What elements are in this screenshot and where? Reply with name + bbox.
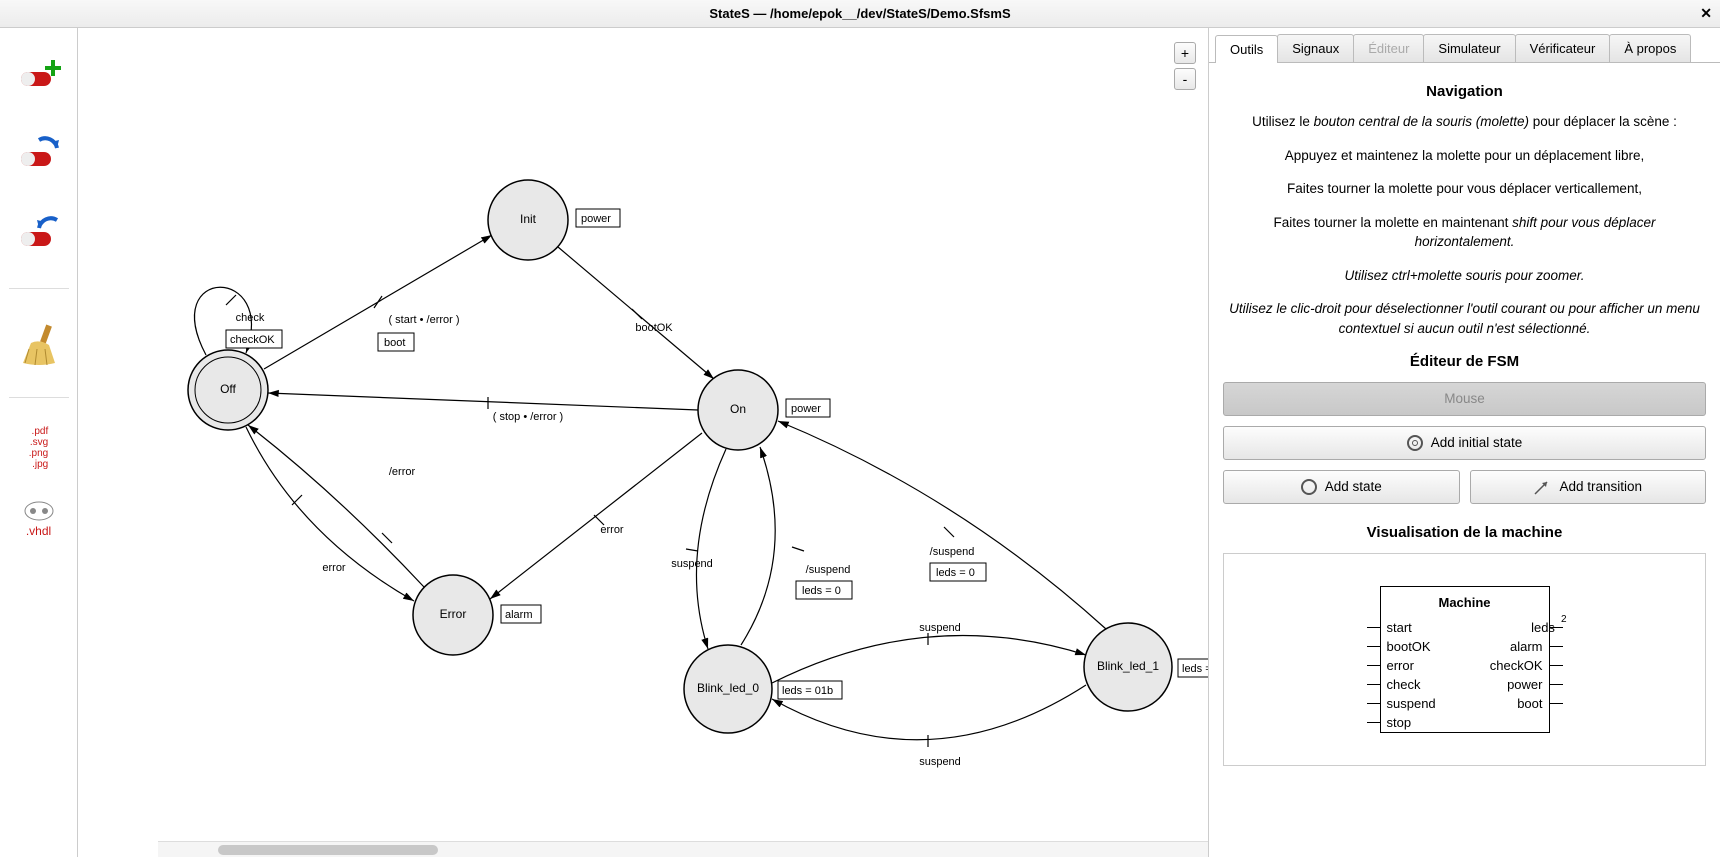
svg-text:leds = 0: leds = 0 bbox=[936, 567, 975, 579]
export-vhdl-button[interactable]: .vhdl bbox=[13, 498, 65, 538]
machine-box: Machine startleds2bootOKalarmerrorcheckO… bbox=[1380, 586, 1550, 733]
fsm-canvas[interactable]: check checkOK ( start • /error ) boot bo… bbox=[78, 28, 1208, 857]
viz-heading: Visualisation de la machine bbox=[1223, 524, 1706, 541]
separator bbox=[9, 288, 69, 289]
export-image-label: .pdf .svg .png .jpg bbox=[29, 426, 48, 470]
svg-text:suspend: suspend bbox=[919, 756, 961, 768]
svg-text:error: error bbox=[322, 562, 346, 574]
machine-title: Machine bbox=[1381, 587, 1549, 618]
svg-text:Init: Init bbox=[520, 212, 537, 226]
chip-icon bbox=[19, 498, 59, 524]
svg-text:Blink_led_1: Blink_led_1 bbox=[1097, 659, 1159, 673]
svg-text:power: power bbox=[791, 403, 821, 415]
left-toolbar: .pdf .svg .png .jpg .vhdl bbox=[0, 28, 78, 857]
help-text-1: Utilisez le bouton central de la souris … bbox=[1223, 112, 1706, 132]
close-icon[interactable]: ✕ bbox=[1700, 5, 1712, 22]
svg-text:error: error bbox=[600, 524, 624, 536]
help-text-5: Utilisez ctrl+molette souris pour zoomer… bbox=[1223, 266, 1706, 286]
right-panel: Outils Signaux Éditeur Simulateur Vérifi… bbox=[1208, 28, 1720, 857]
help-text-4: Faites tourner la molette en maintenant … bbox=[1223, 213, 1706, 252]
export-image-button[interactable]: .pdf .svg .png .jpg bbox=[13, 426, 65, 470]
open-file-button[interactable] bbox=[13, 128, 65, 180]
state-error[interactable]: Error alarm bbox=[413, 575, 541, 655]
state-on[interactable]: On power bbox=[698, 370, 830, 450]
export-vhdl-label: .vhdl bbox=[26, 524, 51, 538]
svg-text:leds = 10b: leds = 10b bbox=[1182, 663, 1208, 675]
svg-text:/error: /error bbox=[389, 466, 416, 478]
svg-text:boot: boot bbox=[384, 337, 405, 349]
add-transition-button[interactable]: Add transition bbox=[1470, 470, 1707, 504]
svg-text:suspend: suspend bbox=[671, 558, 713, 570]
svg-text:check: check bbox=[236, 312, 265, 324]
svg-text:( stop • /error ): ( stop • /error ) bbox=[493, 411, 563, 423]
svg-text:leds = 0: leds = 0 bbox=[802, 585, 841, 597]
svg-text:/suspend: /suspend bbox=[930, 546, 975, 558]
tab-editeur[interactable]: Éditeur bbox=[1353, 34, 1424, 62]
initial-state-icon bbox=[1407, 435, 1423, 451]
state-off[interactable]: Off bbox=[188, 350, 268, 430]
state-blink1[interactable]: Blink_led_1 leds = 10b bbox=[1084, 623, 1208, 711]
nav-heading: Navigation bbox=[1223, 83, 1706, 100]
zoom-out-button[interactable]: - bbox=[1174, 68, 1196, 90]
state-blink0[interactable]: Blink_led_0 leds = 01b bbox=[684, 645, 842, 733]
svg-text:power: power bbox=[581, 213, 611, 225]
svg-text:checkOK: checkOK bbox=[230, 334, 275, 346]
tab-signaux[interactable]: Signaux bbox=[1277, 34, 1354, 62]
svg-text:Off: Off bbox=[220, 382, 236, 396]
svg-text:leds = 01b: leds = 01b bbox=[782, 685, 833, 697]
svg-text:Blink_led_0: Blink_led_0 bbox=[697, 681, 759, 695]
clear-button[interactable] bbox=[13, 317, 65, 369]
separator bbox=[9, 397, 69, 398]
open-file-icon bbox=[15, 130, 63, 178]
new-file-button[interactable] bbox=[13, 48, 65, 100]
svg-text:( start • /error ): ( start • /error ) bbox=[388, 314, 459, 326]
svg-text:suspend: suspend bbox=[919, 622, 961, 634]
help-text-6: Utilisez le clic-droit pour déselectionn… bbox=[1223, 299, 1706, 338]
editor-heading: Éditeur de FSM bbox=[1223, 353, 1706, 370]
svg-text:Error: Error bbox=[440, 607, 467, 621]
mouse-tool-button[interactable]: Mouse bbox=[1223, 382, 1706, 416]
state-init[interactable]: Init power bbox=[488, 180, 620, 260]
tab-simulateur[interactable]: Simulateur bbox=[1423, 34, 1515, 62]
title-bar: StateS — /home/epok__/dev/StateS/Demo.Sf… bbox=[0, 0, 1720, 28]
add-initial-state-button[interactable]: Add initial state bbox=[1223, 426, 1706, 460]
horizontal-scrollbar[interactable] bbox=[158, 841, 1208, 857]
save-file-icon bbox=[15, 210, 63, 258]
add-state-button[interactable]: Add state bbox=[1223, 470, 1460, 504]
new-file-icon bbox=[15, 50, 63, 98]
help-text-3: Faites tourner la molette pour vous dépl… bbox=[1223, 179, 1706, 199]
tabs: Outils Signaux Éditeur Simulateur Vérifi… bbox=[1209, 28, 1720, 63]
tab-apropos[interactable]: À propos bbox=[1609, 34, 1691, 62]
svg-text:On: On bbox=[730, 402, 746, 416]
broom-icon bbox=[15, 319, 63, 367]
tab-verificateur[interactable]: Vérificateur bbox=[1515, 34, 1611, 62]
state-icon bbox=[1301, 479, 1317, 495]
tab-outils[interactable]: Outils bbox=[1215, 35, 1278, 63]
svg-text:bootOK: bootOK bbox=[635, 322, 673, 334]
window-title: StateS — /home/epok__/dev/StateS/Demo.Sf… bbox=[709, 6, 1010, 21]
zoom-in-button[interactable]: + bbox=[1174, 42, 1196, 64]
save-file-button[interactable] bbox=[13, 208, 65, 260]
svg-text:/suspend: /suspend bbox=[806, 564, 851, 576]
transition-icon bbox=[1533, 478, 1551, 496]
help-text-2: Appuyez et maintenez la molette pour un … bbox=[1223, 146, 1706, 166]
svg-text:alarm: alarm bbox=[505, 609, 533, 621]
